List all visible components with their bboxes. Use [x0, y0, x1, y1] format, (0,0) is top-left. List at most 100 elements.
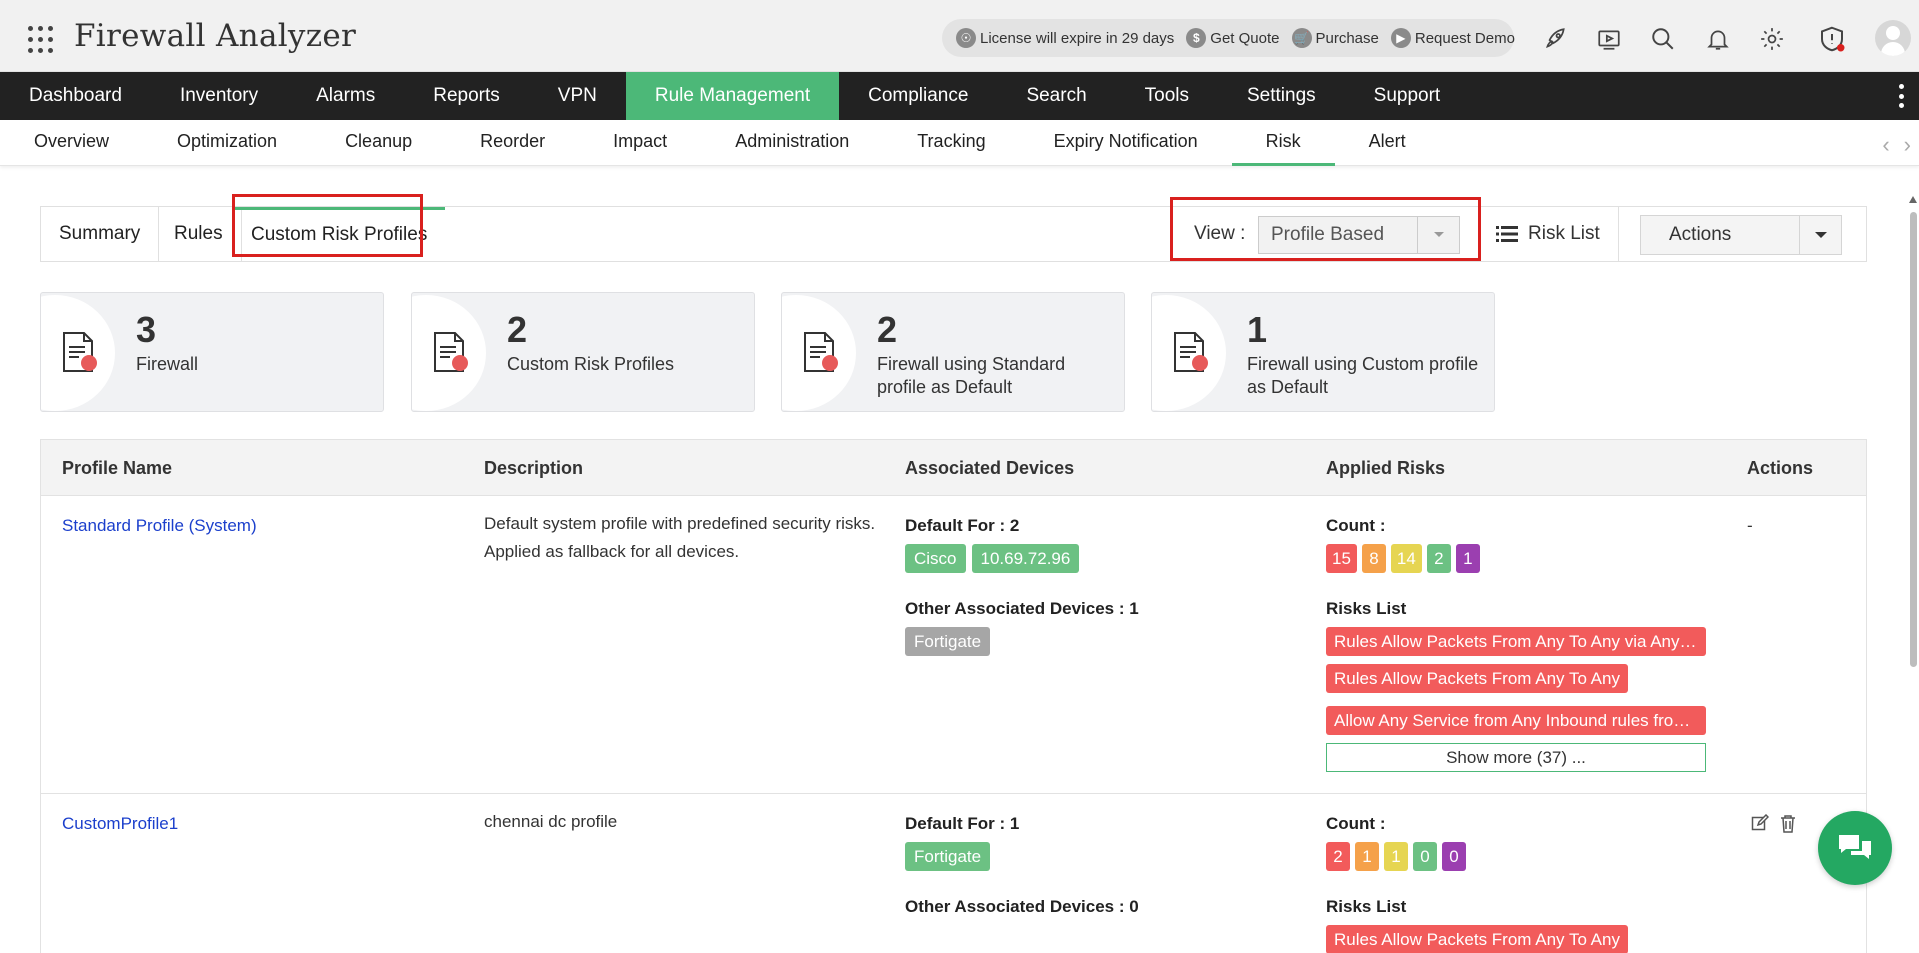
- summary-card-firewall[interactable]: 3 Firewall: [40, 292, 384, 412]
- nav-tools[interactable]: Tools: [1116, 72, 1218, 120]
- profile-description: chennai dc profile: [484, 812, 618, 831]
- nav-rule-management[interactable]: Rule Management: [625, 72, 840, 120]
- chat-button[interactable]: [1818, 811, 1892, 885]
- count-low-badge[interactable]: 0: [1413, 842, 1437, 871]
- profile-name-link[interactable]: Standard Profile (System): [62, 516, 257, 536]
- risk-tag[interactable]: Allow Any Service from Any Inbound rules…: [1326, 706, 1706, 735]
- count-medium-badge[interactable]: 14: [1390, 544, 1422, 573]
- summary-card-standard-default[interactable]: 2 Firewall using Standard profile as Def…: [781, 292, 1125, 412]
- caret-down-icon: [1799, 216, 1841, 254]
- nav-search[interactable]: Search: [997, 72, 1115, 120]
- apps-grid-icon[interactable]: [28, 26, 56, 54]
- nav-support[interactable]: Support: [1345, 72, 1470, 120]
- actions-dropdown[interactable]: Actions: [1640, 215, 1842, 255]
- get-quote-link[interactable]: $ Get Quote: [1186, 28, 1280, 48]
- content-area: Summary Rules Custom Risk Profiles View …: [40, 166, 1867, 953]
- risk-list-button[interactable]: Risk List: [1496, 207, 1600, 261]
- subnav-impact[interactable]: Impact: [579, 120, 701, 166]
- more-menu-icon[interactable]: [1899, 84, 1905, 108]
- risk-tag[interactable]: Rules Allow Packets From Any To Any via …: [1326, 627, 1706, 656]
- applied-risks-cell: Count : 15 8 14 2 1 Risks List Rules Allow P…: [1326, 516, 1706, 772]
- nav-inventory[interactable]: Inventory: [151, 72, 287, 120]
- count-high-badge[interactable]: 1: [1355, 842, 1379, 871]
- device-tag[interactable]: 10.69.72.96: [971, 544, 1080, 573]
- device-tag[interactable]: Cisco: [905, 544, 966, 573]
- subnav-cleanup[interactable]: Cleanup: [311, 120, 446, 166]
- trash-icon[interactable]: [1779, 814, 1797, 834]
- table-row: CustomProfile1 chennai dc profile Defaul…: [41, 794, 1866, 953]
- view-select[interactable]: Profile Based: [1258, 216, 1460, 254]
- chat-icon: [1839, 835, 1871, 859]
- subnav-expiry-notification[interactable]: Expiry Notification: [1020, 120, 1232, 166]
- card-count: 2: [877, 309, 898, 350]
- device-tag[interactable]: Fortigate: [905, 627, 991, 656]
- divider: [1618, 207, 1619, 261]
- count-info-badge[interactable]: 0: [1442, 842, 1466, 871]
- tab-summary[interactable]: Summary: [41, 207, 160, 261]
- nav-dashboard[interactable]: Dashboard: [0, 72, 151, 120]
- user-avatar[interactable]: [1875, 20, 1911, 56]
- count-medium-badge[interactable]: 1: [1384, 842, 1408, 871]
- subnav-overview[interactable]: Overview: [0, 120, 143, 166]
- request-demo-label: Request Demo: [1414, 29, 1515, 47]
- top-header: Firewall Analyzer ☉ License will expire …: [0, 0, 1919, 72]
- rocket-icon[interactable]: [1540, 24, 1570, 54]
- request-demo-link[interactable]: ▶ Request Demo: [1390, 28, 1515, 48]
- purchase-link[interactable]: 🛒 Purchase: [1291, 28, 1379, 48]
- subnav-optimization[interactable]: Optimization: [143, 120, 311, 166]
- risk-tag[interactable]: Rules Allow Packets From Any To Any: [1326, 664, 1628, 693]
- header-applied-risks: Applied Risks: [1326, 458, 1446, 478]
- license-info[interactable]: ☉ License will expire in 29 days: [956, 28, 1174, 48]
- profile-name-link[interactable]: CustomProfile1: [62, 814, 178, 834]
- table-row: Standard Profile (System) Default system…: [41, 496, 1866, 794]
- edit-icon[interactable]: [1751, 814, 1769, 832]
- subnav-risk[interactable]: Risk: [1231, 120, 1335, 166]
- main-nav: Dashboard Inventory Alarms Reports VPN R…: [0, 72, 1919, 120]
- subnav-administration[interactable]: Administration: [701, 120, 883, 166]
- chevron-right-icon[interactable]: ›: [1904, 132, 1911, 158]
- count-low-badge[interactable]: 2: [1426, 544, 1451, 573]
- license-text: License will expire in 29 days: [980, 29, 1175, 47]
- nav-vpn[interactable]: VPN: [529, 72, 626, 120]
- scroll-up-arrow[interactable]: [1909, 196, 1917, 203]
- nav-reports[interactable]: Reports: [404, 72, 529, 120]
- security-alert-icon[interactable]: [1817, 24, 1847, 54]
- subnav-tracking[interactable]: Tracking: [883, 120, 1019, 166]
- license-bar: ☉ License will expire in 29 days $ Get Q…: [942, 19, 1515, 57]
- risk-tag[interactable]: Rules Allow Packets From Any To Any: [1326, 925, 1628, 953]
- nav-compliance[interactable]: Compliance: [839, 72, 997, 120]
- tab-rules[interactable]: Rules: [156, 207, 242, 261]
- device-tag[interactable]: Fortigate: [905, 842, 991, 871]
- nav-settings[interactable]: Settings: [1218, 72, 1345, 120]
- summary-card-custom-profiles[interactable]: 2 Custom Risk Profiles: [411, 292, 755, 412]
- license-icon: ☉: [956, 28, 976, 48]
- sub-nav: Overview Optimization Cleanup Reorder Im…: [0, 120, 1919, 166]
- subnav-alert[interactable]: Alert: [1335, 120, 1440, 166]
- count-critical-badge[interactable]: 15: [1326, 544, 1357, 573]
- bell-icon[interactable]: [1703, 24, 1733, 54]
- card-count: 2: [507, 309, 528, 350]
- summary-card-custom-default[interactable]: 1 Firewall using Custom profile as Defau…: [1151, 292, 1495, 412]
- count-high-badge[interactable]: 8: [1361, 544, 1386, 573]
- tab-custom-risk-profiles[interactable]: Custom Risk Profiles: [233, 207, 446, 261]
- search-icon[interactable]: [1648, 24, 1678, 54]
- chevron-left-icon[interactable]: ‹: [1882, 132, 1889, 158]
- header-actions: Actions: [1747, 458, 1814, 478]
- card-label: Firewall using Custom profile as Default: [1247, 354, 1479, 397]
- cart-icon: 🛒: [1291, 28, 1312, 48]
- default-for-label: Default For : 2: [905, 516, 1020, 535]
- risk-list-label: Risk List: [1528, 223, 1600, 244]
- video-tutorial-icon[interactable]: [1594, 24, 1624, 54]
- show-more-button[interactable]: Show more (37) ...: [1326, 743, 1706, 772]
- chevron-down-icon: [1417, 217, 1459, 253]
- card-count: 3: [136, 309, 157, 350]
- scrollbar-thumb[interactable]: [1910, 212, 1917, 667]
- subnav-reorder[interactable]: Reorder: [446, 120, 579, 166]
- page-scrollbar[interactable]: [1907, 196, 1919, 953]
- actions-label: Actions: [1669, 224, 1732, 245]
- count-critical-badge[interactable]: 2: [1326, 842, 1350, 871]
- count-info-badge[interactable]: 1: [1455, 544, 1480, 573]
- gear-icon[interactable]: [1757, 24, 1787, 54]
- associated-devices-cell: Default For : 1 Fortigate Other Associat…: [905, 814, 1139, 917]
- nav-alarms[interactable]: Alarms: [287, 72, 404, 120]
